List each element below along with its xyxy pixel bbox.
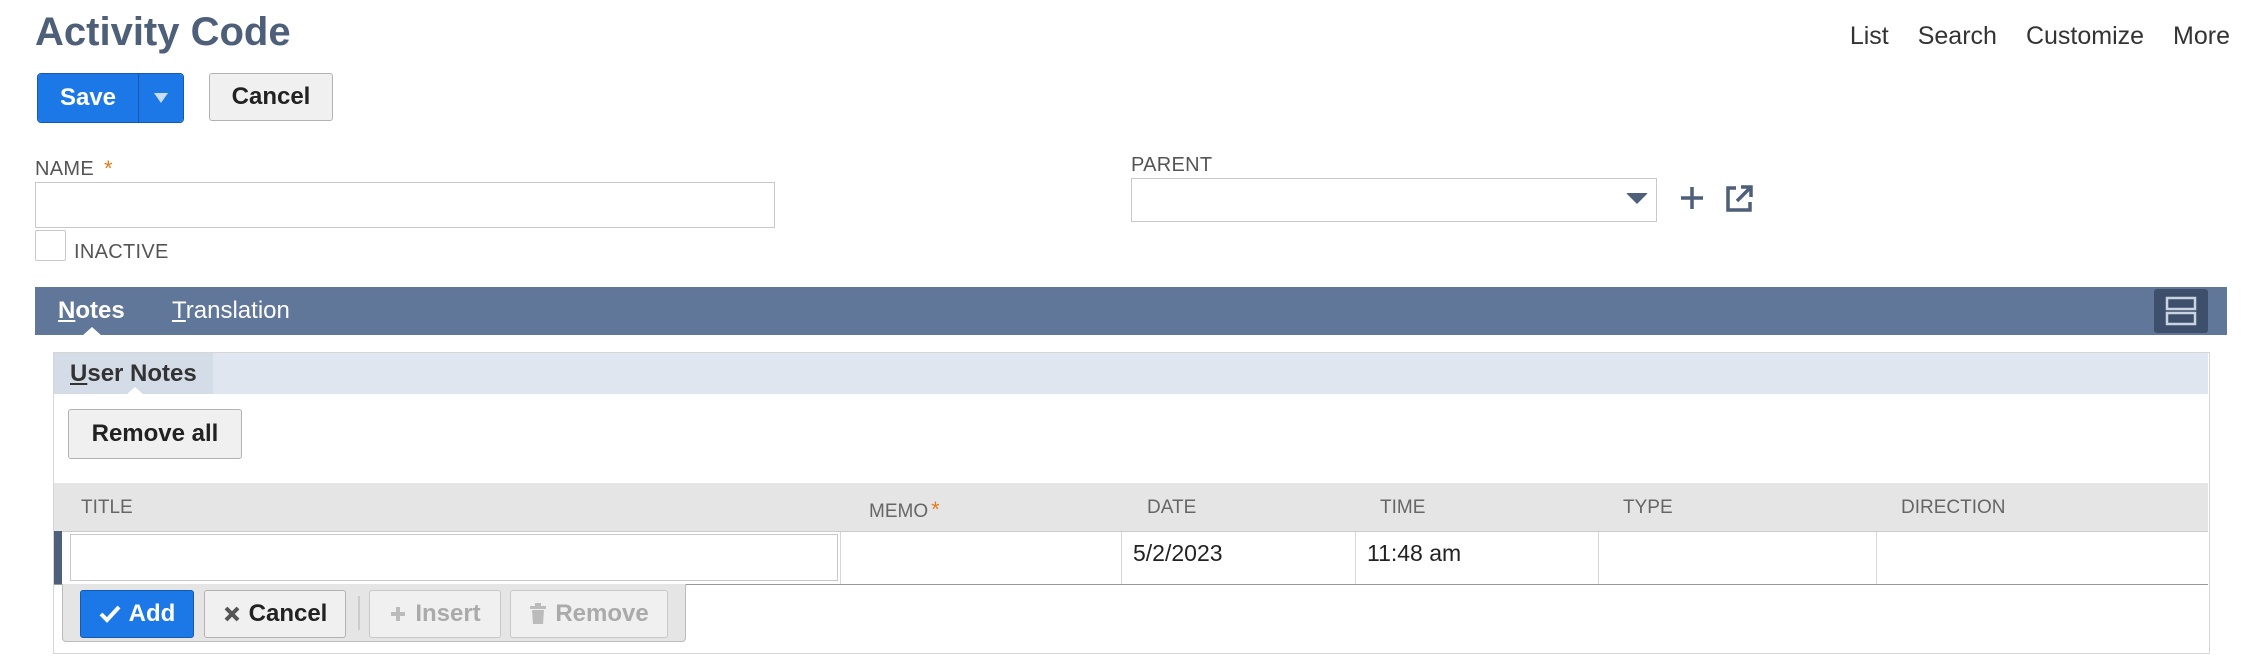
checkmark-icon <box>99 605 121 623</box>
stacked-layout-icon <box>2165 296 2197 326</box>
required-marker: * <box>103 156 113 181</box>
tab-notes[interactable]: Notes <box>58 297 125 325</box>
cancel-button[interactable]: Cancel <box>209 73 333 121</box>
name-input[interactable] <box>35 182 775 228</box>
open-parent-external-icon[interactable] <box>1724 184 1754 214</box>
nav-search-link[interactable]: Search <box>1918 22 1997 51</box>
column-header-title[interactable]: TITLE <box>81 497 133 519</box>
active-tab-indicator <box>82 327 102 336</box>
tab-translation[interactable]: Translation <box>172 297 290 325</box>
row-action-toolbar: Add Cancel Insert Remove <box>62 584 686 642</box>
inactive-label: INACTIVE <box>74 241 169 263</box>
add-parent-plus-icon[interactable] <box>1677 183 1707 213</box>
subtab-user-notes-mnemonic: U <box>70 359 88 387</box>
memo-cell[interactable] <box>841 532 1122 584</box>
plus-icon <box>391 607 406 621</box>
nav-customize-link[interactable]: Customize <box>2026 22 2144 51</box>
save-button[interactable]: Save <box>38 74 139 122</box>
tab-notes-label: otes <box>75 297 125 324</box>
current-row-marker <box>54 531 62 584</box>
notes-table-header: TITLE MEMO * DATE TIME TYPE DIRECTION <box>54 483 2208 531</box>
dropdown-caret-icon <box>1626 193 1648 204</box>
save-options-dropdown[interactable] <box>139 74 183 122</box>
add-row-label: Add <box>128 600 176 627</box>
cancel-row-label: Cancel <box>248 600 328 627</box>
remove-row-button[interactable]: Remove <box>510 590 668 638</box>
column-header-type[interactable]: TYPE <box>1623 497 1673 519</box>
note-title-input[interactable] <box>70 534 838 581</box>
nav-more-link[interactable]: More <box>2173 22 2230 51</box>
page-title: Activity Code <box>35 10 291 54</box>
caret-down-icon <box>154 93 168 103</box>
insert-row-label: Insert <box>415 600 481 627</box>
date-cell[interactable]: 5/2/2023 <box>1122 532 1356 584</box>
tab-translation-label: ranslation <box>185 297 290 324</box>
memo-header-text: MEMO <box>869 501 929 522</box>
date-value: 5/2/2023 <box>1133 540 1223 566</box>
tab-bar: Notes Translation <box>35 287 2227 335</box>
memo-required-marker: * <box>931 497 940 522</box>
tab-translation-mnemonic: T <box>172 297 186 324</box>
trash-icon <box>530 603 547 624</box>
column-header-date[interactable]: DATE <box>1147 497 1196 519</box>
layout-toggle-button[interactable] <box>2154 289 2208 333</box>
name-label-text: NAME <box>35 157 94 180</box>
cancel-row-button[interactable]: Cancel <box>204 590 346 638</box>
time-cell[interactable]: 11:48 am <box>1356 532 1599 584</box>
inactive-checkbox[interactable] <box>35 230 66 261</box>
tab-notes-mnemonic: N <box>58 297 76 324</box>
parent-field-label: PARENT <box>1131 154 1213 176</box>
name-field-label: NAME * <box>35 156 113 182</box>
insert-row-button[interactable]: Insert <box>369 590 501 638</box>
column-header-direction[interactable]: DIRECTION <box>1901 497 2006 519</box>
remove-all-button[interactable]: Remove all <box>68 409 242 459</box>
type-cell[interactable] <box>1599 532 1877 584</box>
top-nav: List Search Customize More <box>1821 22 2230 51</box>
x-icon <box>224 606 240 622</box>
direction-cell[interactable] <box>1877 532 2207 584</box>
time-value: 11:48 am <box>1367 540 1462 566</box>
parent-select[interactable] <box>1131 178 1657 222</box>
add-row-button[interactable]: Add <box>80 590 194 638</box>
remove-row-label: Remove <box>555 600 649 627</box>
active-subtab-indicator <box>126 387 144 395</box>
toolbar-divider <box>358 596 360 630</box>
subtab-bar <box>54 353 2208 394</box>
column-header-time[interactable]: TIME <box>1380 497 1425 519</box>
subtab-user-notes-label: ser Notes <box>87 359 197 387</box>
save-button-group: Save <box>37 73 184 123</box>
column-header-memo[interactable]: MEMO * <box>869 497 940 523</box>
nav-list-link[interactable]: List <box>1850 22 1889 51</box>
